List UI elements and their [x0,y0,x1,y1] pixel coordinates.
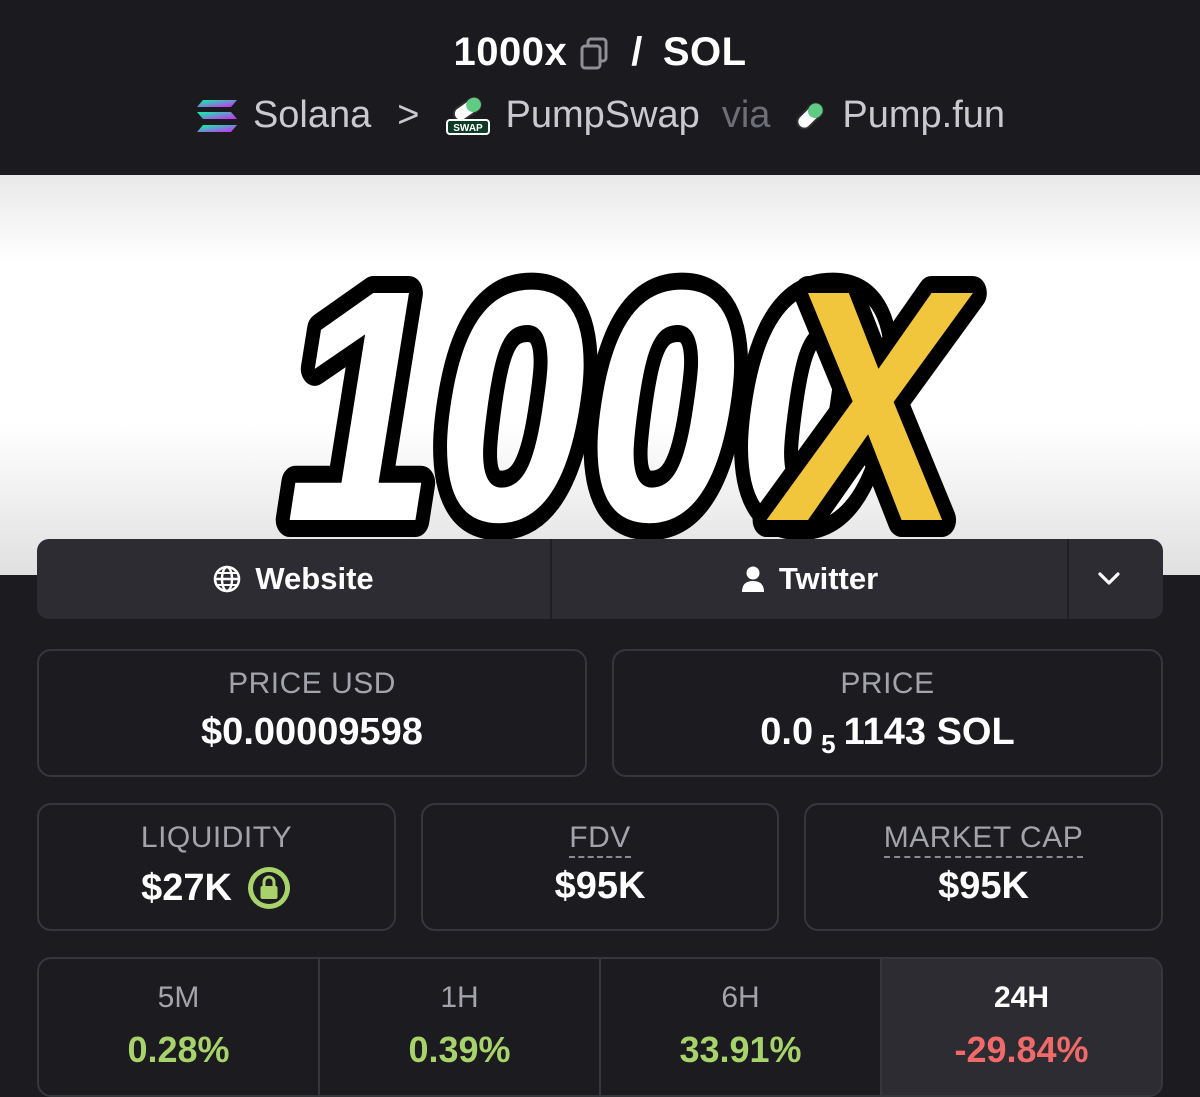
fdv-label[interactable]: FDV [569,821,631,858]
price-usd-label: PRICE USD [228,667,396,700]
user-icon [741,566,764,592]
price-usd-card: PRICE USD $0.00009598 [37,649,587,777]
pumpswap-icon: SWAP [446,96,491,135]
pair-header: 1000x / SOL Solana > SWAP PumpSwap via P… [0,0,1200,175]
liquidity-card: LIQUIDITY $27K [37,803,396,931]
price-native-label: PRICE [840,667,935,700]
period-label: 6H [721,981,760,1014]
website-button[interactable]: Website [37,539,552,619]
tab-6h[interactable]: 6H 33.91% [601,959,882,1095]
price-usd-value: $0.00009598 [201,711,423,753]
change-value: 0.39% [408,1029,511,1070]
copy-icon[interactable] [579,36,609,70]
price-prefix: 0.0 [760,711,814,753]
tab-1h[interactable]: 1H 0.39% [320,959,601,1095]
breadcrumb-separator: > [397,94,420,136]
solana-icon [196,99,237,132]
quote-symbol: SOL [662,30,747,74]
more-links-button[interactable] [1069,539,1163,619]
price-zero-count: 5 [821,729,836,759]
change-value: 0.28% [127,1029,230,1070]
market-cap-value: $95K [938,865,1029,907]
period-label: 24H [993,981,1050,1014]
change-value: -29.84% [954,1029,1089,1070]
swap-badge-text: SWAP [454,123,484,134]
breadcrumb: Solana > SWAP PumpSwap via Pump.fun [0,94,1200,137]
change-value: 33.91% [679,1029,802,1070]
twitter-button[interactable]: Twitter [552,539,1069,619]
pair-separator: / [631,30,643,74]
liquidity-label: LIQUIDITY [140,821,293,854]
price-change-tabs: 5M 0.28% 1H 0.39% 6H 33.91% 24H -29.84% [37,957,1163,1097]
price-native-card: PRICE 0.0 5 1143 SOL [612,649,1163,777]
market-cap-label[interactable]: MARKET CAP [883,821,1084,858]
tab-5m[interactable]: 5M 0.28% [39,959,320,1095]
twitter-label: Twitter [778,561,879,596]
pumpfun-pill-icon [796,101,825,130]
price-suffix: 1143 SOL [843,711,1015,753]
period-label: 1H [440,981,479,1014]
token-logo-image: 1000 1000 X X [270,206,989,575]
market-cap-card: MARKET CAP $95K [804,803,1163,931]
token-banner: 1000 1000 X X [0,175,1200,575]
fdv-card: FDV $95K [421,803,779,931]
token-symbol: 1000x [453,30,568,74]
chevron-down-icon [1098,572,1120,585]
liquidity-value-row: $27K [39,865,394,911]
fdv-value: $95K [554,865,646,907]
via-label: via [721,94,771,136]
website-label: Website [255,561,374,596]
breadcrumb-launchpad[interactable]: Pump.fun [842,94,1005,137]
breadcrumb-chain[interactable]: Solana [253,94,371,137]
social-links-bar: Website Twitter [37,539,1163,619]
logo-x: X [766,221,973,575]
globe-icon [214,565,241,593]
pair-title: 1000x / SOL [0,30,1200,75]
price-native-value: 0.0 5 1143 SOL [614,711,1161,759]
breadcrumb-dex[interactable]: PumpSwap [505,94,699,137]
tab-24h[interactable]: 24H -29.84% [882,959,1161,1095]
liquidity-value: $27K [141,866,232,909]
period-label: 5M [157,981,200,1014]
lock-icon[interactable] [246,865,292,911]
